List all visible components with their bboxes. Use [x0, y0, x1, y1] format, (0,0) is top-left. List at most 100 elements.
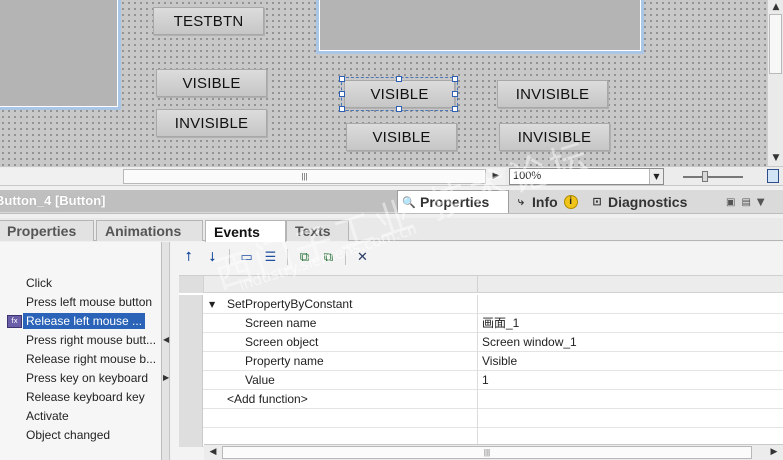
- visible-button-selected[interactable]: VISIBLE: [341, 77, 458, 111]
- event-press-left-mouse[interactable]: Press left mouse button: [0, 293, 160, 312]
- scroll-thumb-grip-icon[interactable]: |||: [123, 169, 486, 184]
- expand-right-icon[interactable]: ▶: [163, 373, 169, 382]
- screen-window-left[interactable]: [0, 0, 121, 110]
- canvas-bottom-bar: ||| ▶ 100% ▼: [0, 166, 783, 186]
- add-function-label[interactable]: <Add function>: [227, 390, 308, 409]
- tab-animations[interactable]: Animations: [96, 220, 203, 241]
- script-icon: fx: [7, 315, 22, 328]
- column-divider: [477, 314, 478, 333]
- resize-handle[interactable]: [452, 106, 458, 112]
- collapse-left-icon[interactable]: ◀: [163, 335, 169, 344]
- event-object-changed[interactable]: Object changed: [0, 426, 160, 445]
- tab-texts[interactable]: Texts: [286, 220, 349, 241]
- convert-vbs-icon[interactable]: ⧉: [294, 247, 315, 267]
- invisible-button-1[interactable]: INVISIBLE: [156, 109, 267, 137]
- float-window-icon[interactable]: ▣: [726, 197, 735, 208]
- convert-c-icon[interactable]: ⧉: [318, 247, 339, 267]
- scroll-down-icon[interactable]: ▼: [769, 151, 783, 165]
- event-press-right-mouse[interactable]: Press right mouse butt...: [0, 331, 160, 350]
- scroll-right-icon[interactable]: ▶: [489, 169, 503, 183]
- param-value[interactable]: 1: [482, 371, 489, 390]
- tab-info[interactable]: ⤷ Info i: [512, 190, 585, 213]
- list-icon[interactable]: ▤: [741, 197, 750, 208]
- column-divider: [477, 333, 478, 352]
- event-release-right-mouse[interactable]: Release right mouse b...: [0, 350, 160, 369]
- function-grid: ▼ SetPropertyByConstant Screen name 画面_1…: [179, 275, 783, 447]
- expanded-triangle-icon[interactable]: ▼: [209, 295, 215, 314]
- tab-events[interactable]: Events: [205, 220, 286, 242]
- grid-header-gutter: [179, 276, 204, 293]
- toolbar-divider: [345, 249, 346, 265]
- info-icon: i: [563, 194, 578, 209]
- param-row[interactable]: Value 1: [179, 371, 783, 390]
- resize-handle[interactable]: [452, 91, 458, 97]
- move-down-icon[interactable]: ⭣: [202, 247, 223, 267]
- row-gutter: [179, 352, 203, 371]
- event-click[interactable]: Click: [0, 274, 160, 293]
- param-row[interactable]: Screen object Screen window_1: [179, 333, 783, 352]
- event-press-key[interactable]: Press key on keyboard: [0, 369, 160, 388]
- tab-properties[interactable]: 🔍 Properties: [397, 190, 509, 213]
- param-name: Property name: [245, 354, 324, 368]
- list-splitter[interactable]: ◀ ▶: [162, 242, 170, 460]
- visible-button-3[interactable]: VISIBLE: [346, 123, 457, 151]
- screen-window-1[interactable]: [316, 0, 644, 54]
- collapse-all-icon[interactable]: ▭: [236, 247, 257, 267]
- param-value[interactable]: 画面_1: [482, 314, 519, 333]
- resize-handle[interactable]: [339, 76, 345, 82]
- inspector-header: Button_4 [Button] 🔍 Properties ⤷ Info i …: [0, 190, 783, 214]
- zoom-value: 100%: [513, 170, 542, 182]
- param-row[interactable]: Screen name 画面_1: [179, 314, 783, 333]
- scroll-up-icon[interactable]: ▲: [769, 0, 783, 14]
- scroll-left-icon[interactable]: ◀: [206, 445, 220, 459]
- column-divider: [477, 352, 478, 371]
- event-release-key[interactable]: Release keyboard key: [0, 388, 160, 407]
- resize-handle[interactable]: [396, 76, 402, 82]
- column-divider: [477, 409, 478, 428]
- move-up-icon[interactable]: ⭡: [178, 247, 199, 267]
- fit-screen-icon[interactable]: [767, 169, 779, 183]
- screen-canvas[interactable]: TESTBTN VISIBLE INVISIBLE VISIBLE VISIBL…: [0, 0, 767, 166]
- resize-handle[interactable]: [396, 106, 402, 112]
- expand-all-icon[interactable]: ☰: [260, 247, 281, 267]
- param-name: Screen object: [245, 335, 319, 349]
- scroll-thumb[interactable]: [769, 14, 782, 74]
- canvas-vertical-scrollbar[interactable]: ▲ ▼: [767, 0, 783, 166]
- param-value[interactable]: Visible: [482, 352, 517, 371]
- row-gutter: [179, 333, 203, 352]
- function-horizontal-scrollbar[interactable]: ◀ ||| ▶: [204, 444, 783, 460]
- row-gutter: [179, 409, 203, 428]
- event-release-left-mouse[interactable]: fx Release left mouse ...: [0, 312, 160, 331]
- tab-properties-label: Properties: [420, 194, 490, 210]
- invisible-button-3[interactable]: INVISIBLE: [499, 123, 610, 151]
- resize-handle[interactable]: [339, 106, 345, 112]
- function-name: SetPropertyByConstant: [227, 297, 353, 311]
- scroll-thumb-grip-icon[interactable]: |||: [222, 446, 752, 459]
- param-value[interactable]: Screen window_1: [482, 333, 577, 352]
- testbtn-button[interactable]: TESTBTN: [153, 7, 264, 35]
- event-activate[interactable]: Activate: [0, 407, 160, 426]
- param-name: Value: [245, 373, 275, 387]
- resize-handle[interactable]: [452, 76, 458, 82]
- tab-sub-properties[interactable]: Properties: [0, 220, 94, 241]
- zoom-slider-handle[interactable]: [702, 171, 708, 182]
- chevron-down-icon[interactable]: ▼: [649, 169, 663, 184]
- canvas-horizontal-scrollbar[interactable]: ||| ▶: [0, 168, 505, 185]
- function-row[interactable]: ▼ SetPropertyByConstant: [179, 295, 783, 314]
- chevron-down-icon[interactable]: ▼: [757, 197, 765, 208]
- selected-object-title: Button_4 [Button]: [0, 190, 398, 212]
- row-gutter: [179, 295, 203, 314]
- delete-icon[interactable]: ✕: [352, 247, 373, 267]
- inspector-sub-tabs: Properties Animations Events Texts: [0, 218, 783, 242]
- row-gutter: [179, 314, 203, 333]
- add-function-row[interactable]: <Add function>: [179, 390, 783, 409]
- invisible-button-2[interactable]: INVISIBLE: [497, 80, 608, 108]
- scroll-right-icon[interactable]: ▶: [767, 445, 781, 459]
- tab-diagnostics[interactable]: ⊡ Diagnostics: [588, 190, 706, 213]
- zoom-slider-track[interactable]: [683, 176, 743, 178]
- visible-button-1[interactable]: VISIBLE: [156, 69, 267, 97]
- zoom-select[interactable]: 100% ▼: [509, 168, 664, 185]
- column-divider: [477, 295, 478, 314]
- param-row[interactable]: Property name Visible: [179, 352, 783, 371]
- resize-handle[interactable]: [339, 91, 345, 97]
